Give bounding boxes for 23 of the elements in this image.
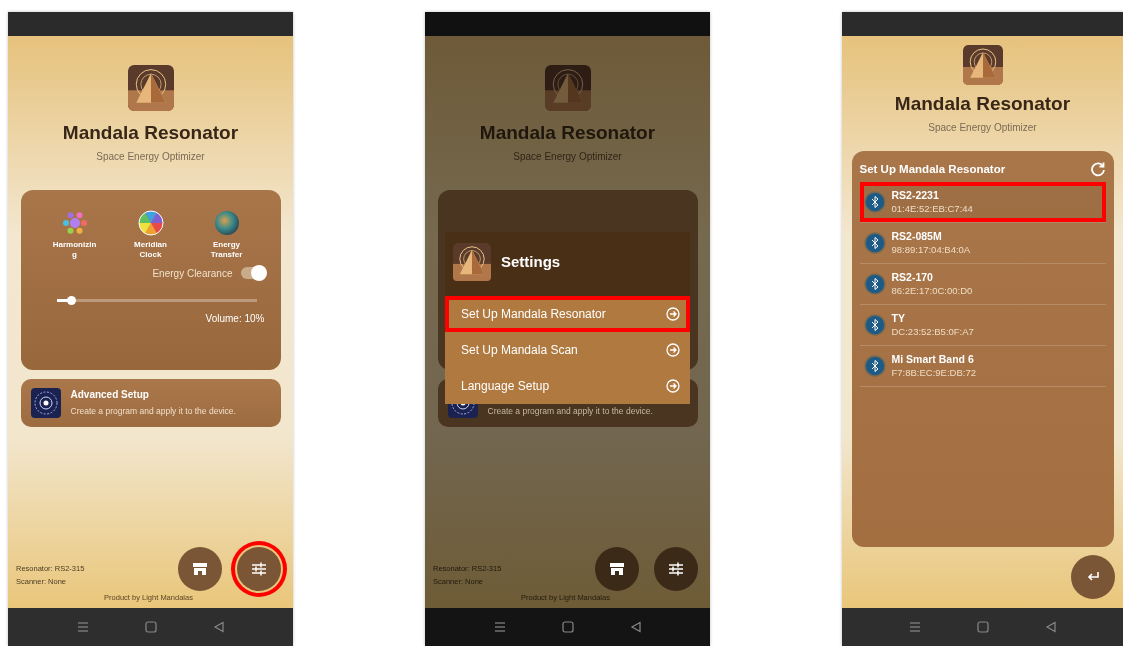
app-subtitle: Space Energy Optimizer (96, 149, 205, 164)
app-title: Mandala Resonator (894, 93, 1071, 116)
device-name: RS2-085M (891, 229, 943, 244)
advanced-setup-description: Create a program and apply it to the device. (70, 405, 236, 419)
device-address: DC:23:52:B5:0F:A7 (891, 325, 974, 339)
device-address: F7:8B:EC:9E:DB:72 (891, 366, 976, 380)
device-address: 86:2E:17:0C:00:D0 (891, 284, 973, 298)
panel-title: Set Up Mandala Resonator (859, 161, 1006, 177)
device-name: Mi Smart Band 6 (891, 352, 975, 367)
device-name: TY (891, 311, 906, 326)
app-title: Mandala Resonator (479, 122, 656, 145)
device-name: RS2-170 (891, 270, 934, 285)
dialog-title: Settings (501, 251, 561, 272)
device-name: RS2-2231 (891, 188, 940, 203)
advanced-setup-title: Advanced Setup (70, 388, 150, 403)
volume-reading: Volume: 10% (204, 311, 265, 326)
device-address: 01:4E:52:EB:C7:44 (891, 202, 973, 216)
app-subtitle: Space Energy Optimizer (513, 149, 622, 164)
advanced-setup-description: Create a program and apply it to the device. (487, 404, 653, 418)
app-subtitle: Space Energy Optimizer (928, 120, 1037, 135)
device-address: 98:89:17:04:B4:0A (891, 243, 971, 257)
app-title: Mandala Resonator (62, 122, 239, 145)
toggle-label: Energy Clearance (152, 266, 233, 281)
